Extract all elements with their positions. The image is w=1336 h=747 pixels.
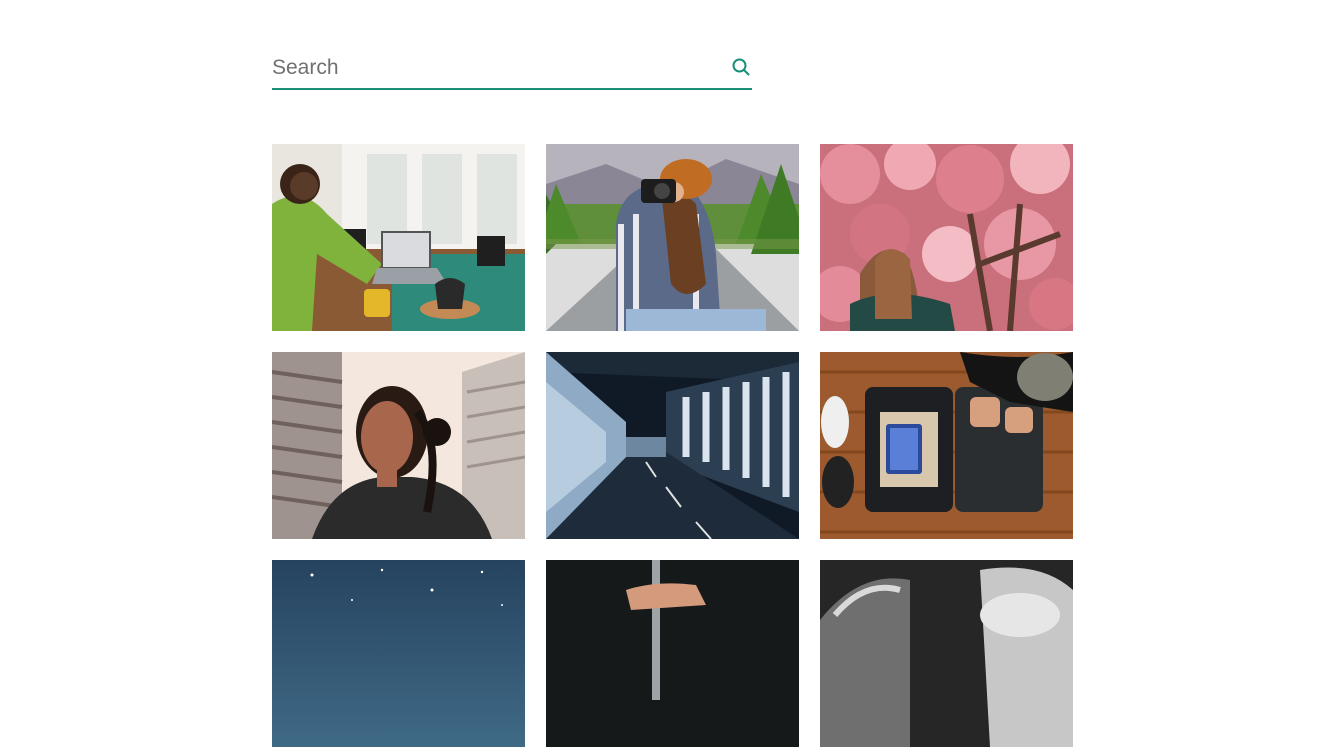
search-input[interactable] [272, 50, 712, 86]
gallery-image-woman-under-cherry-blossom[interactable] [820, 144, 1073, 331]
gallery-image-car-interior[interactable] [820, 560, 1073, 747]
gallery-image-woman-portrait-city[interactable] [272, 352, 525, 539]
image-gallery [272, 144, 1073, 747]
gallery-image-night-sky[interactable] [272, 560, 525, 747]
gallery-image-hand-holding-pen[interactable] [546, 560, 799, 747]
search-icon[interactable] [730, 56, 752, 78]
gallery-image-woman-with-laptop[interactable] [272, 144, 525, 331]
search-bar [272, 50, 752, 90]
gallery-image-photographer-on-road[interactable] [546, 144, 799, 331]
gallery-image-packing-suitcase[interactable] [820, 352, 1073, 539]
gallery-image-futuristic-tunnel[interactable] [546, 352, 799, 539]
